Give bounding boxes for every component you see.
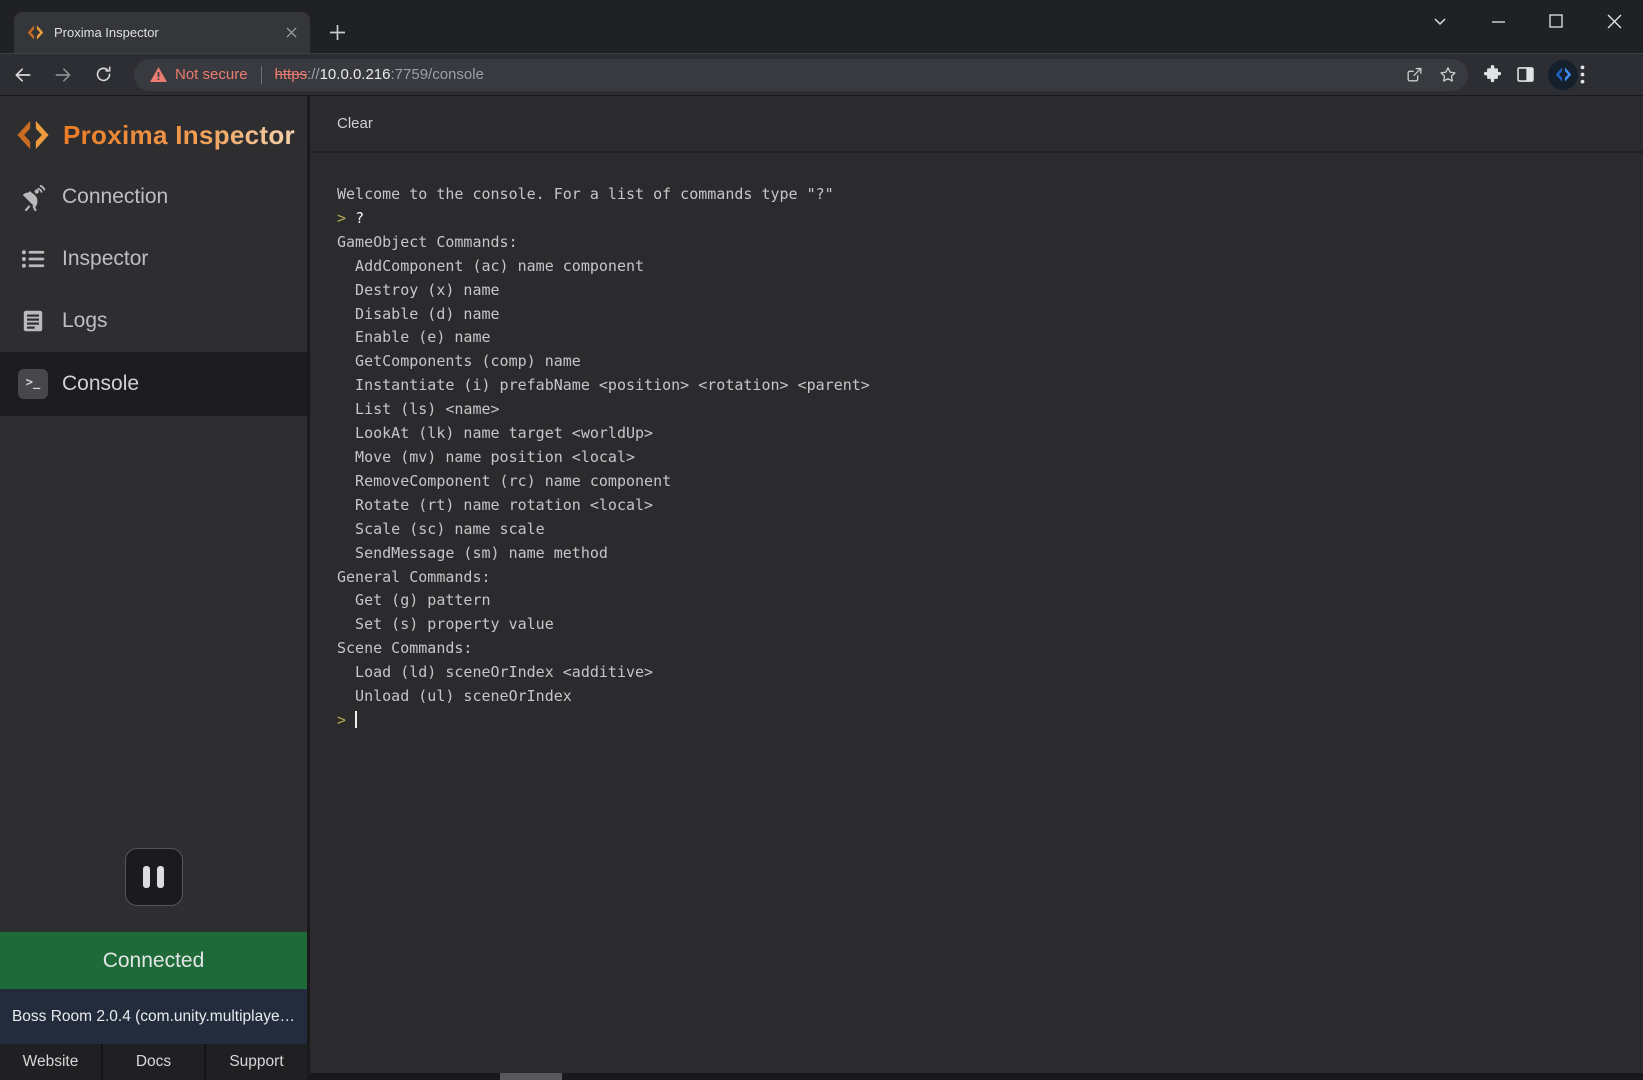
- sidebar-item-label: Connection: [62, 185, 168, 209]
- console-line: Welcome to the console. For a list of co…: [337, 183, 1623, 207]
- sidebar-item-connection[interactable]: Connection: [0, 166, 307, 228]
- text-cursor: [355, 711, 357, 728]
- scrollbar-thumb[interactable]: [500, 1073, 562, 1080]
- console-line: LookAt (lk) name target <worldUp>: [337, 422, 1623, 446]
- url-separator: ://: [307, 66, 320, 83]
- forward-button[interactable]: [46, 58, 80, 92]
- console-line: General Commands:: [337, 566, 1623, 590]
- proxima-extension-icon[interactable]: [1548, 60, 1578, 90]
- url-path: :7759/console: [391, 66, 484, 83]
- sidebar-item-label: Console: [62, 372, 139, 396]
- browser-tab[interactable]: Proxima Inspector: [14, 12, 310, 53]
- console-line: Rotate (rt) name rotation <local>: [337, 494, 1623, 518]
- brand: Proxima Inspector: [0, 96, 307, 166]
- footer-link-support[interactable]: Support: [206, 1044, 307, 1080]
- sidebar-spacer: [0, 416, 307, 848]
- console-line: Destroy (x) name: [337, 279, 1623, 303]
- browser-menu-icon[interactable]: [1580, 65, 1585, 84]
- sidebar: Proxima Inspector Connection: [0, 96, 310, 1080]
- list-bullets-icon: [18, 244, 48, 274]
- console-line: Load (ld) sceneOrIndex <additive>: [337, 661, 1623, 685]
- horizontal-scrollbar[interactable]: [310, 1073, 1643, 1080]
- console-input-line[interactable]: >: [337, 709, 1623, 733]
- console-line: GameObject Commands:: [337, 231, 1623, 255]
- not-secure-label: Not secure: [175, 66, 248, 83]
- console-line: GetComponents (comp) name: [337, 350, 1623, 374]
- url-text: https://10.0.0.216:7759/console: [275, 66, 1395, 83]
- url-scheme: https: [275, 66, 308, 83]
- extensions-area: [1482, 60, 1578, 90]
- not-secure-chip[interactable]: Not secure: [150, 66, 248, 83]
- extensions-puzzle-icon[interactable]: [1482, 64, 1503, 85]
- bookmark-star-icon[interactable]: [1438, 65, 1458, 85]
- window-dropdown-icon[interactable]: [1411, 0, 1469, 42]
- satellite-dish-icon: [18, 182, 48, 212]
- pause-icon: [143, 866, 150, 888]
- connection-status-label: Connected: [103, 949, 205, 973]
- sidebar-item-inspector[interactable]: Inspector: [0, 228, 307, 290]
- back-button[interactable]: [6, 58, 40, 92]
- connection-status-banner: Connected: [0, 932, 307, 989]
- window-minimize-button[interactable]: [1469, 0, 1527, 42]
- window-controls: [1411, 0, 1643, 42]
- clear-button[interactable]: Clear: [337, 115, 373, 132]
- console-toolbar: Clear: [310, 96, 1643, 153]
- proxima-logo-icon: [16, 118, 50, 152]
- address-bar[interactable]: Not secure https://10.0.0.216:7759/conso…: [134, 59, 1468, 91]
- tab-close-icon[interactable]: [282, 24, 300, 42]
- new-tab-button[interactable]: [323, 18, 351, 46]
- console-line: List (ls) <name>: [337, 398, 1623, 422]
- url-host: 10.0.0.216: [320, 66, 391, 83]
- omnibox-separator: [261, 66, 262, 84]
- side-panel-icon[interactable]: [1515, 64, 1536, 85]
- console-line: Enable (e) name: [337, 326, 1623, 350]
- project-label: Boss Room 2.0.4 (com.unity.multiplaye…: [12, 1008, 295, 1026]
- console-line: Get (g) pattern: [337, 589, 1623, 613]
- console-line: RemoveComponent (rc) name component: [337, 470, 1623, 494]
- sidebar-item-logs[interactable]: Logs: [0, 290, 307, 352]
- document-lines-icon: [18, 306, 48, 336]
- console-line: AddComponent (ac) name component: [337, 255, 1623, 279]
- console-line: Scene Commands:: [337, 637, 1623, 661]
- console-line: Set (s) property value: [337, 613, 1623, 637]
- console-line: > ?: [337, 207, 1623, 231]
- project-banner: Boss Room 2.0.4 (com.unity.multiplaye…: [0, 989, 307, 1044]
- reload-button[interactable]: [86, 58, 120, 92]
- browser-toolbar: Not secure https://10.0.0.216:7759/conso…: [0, 53, 1643, 96]
- console-line: Instantiate (i) prefabName <position> <r…: [337, 374, 1623, 398]
- console-line: Move (mv) name position <local>: [337, 446, 1623, 470]
- warning-icon: [150, 67, 167, 82]
- footer-link-docs[interactable]: Docs: [103, 1044, 204, 1080]
- proxima-app: Proxima Inspector Connection: [0, 96, 1643, 1080]
- console-line: Scale (sc) name scale: [337, 518, 1623, 542]
- sidebar-item-label: Inspector: [62, 247, 148, 271]
- sidebar-item-console[interactable]: >_ Console: [0, 352, 307, 416]
- console-prompt: >: [337, 711, 355, 729]
- console-panel: Clear Welcome to the console. For a list…: [310, 96, 1643, 1080]
- terminal-icon: >_: [18, 369, 48, 399]
- browser-tabstrip: Proxima Inspector: [0, 0, 1643, 53]
- brand-title: Proxima Inspector: [63, 120, 295, 151]
- proxima-favicon-icon: [27, 24, 44, 41]
- share-icon[interactable]: [1405, 65, 1424, 84]
- console-line: SendMessage (sm) name method: [337, 542, 1623, 566]
- sidebar-footer: Website Docs Support: [0, 1044, 307, 1080]
- window-maximize-button[interactable]: [1527, 0, 1585, 42]
- pause-icon: [157, 866, 164, 888]
- tab-title: Proxima Inspector: [54, 25, 282, 40]
- window-close-button[interactable]: [1585, 0, 1643, 42]
- console-line: Disable (d) name: [337, 303, 1623, 327]
- console-output[interactable]: Welcome to the console. For a list of co…: [310, 153, 1643, 1080]
- pause-button[interactable]: [125, 848, 183, 906]
- omnibox-actions: [1405, 65, 1458, 85]
- footer-link-website[interactable]: Website: [0, 1044, 101, 1080]
- sidebar-item-label: Logs: [62, 309, 108, 333]
- console-line: Unload (ul) sceneOrIndex: [337, 685, 1623, 709]
